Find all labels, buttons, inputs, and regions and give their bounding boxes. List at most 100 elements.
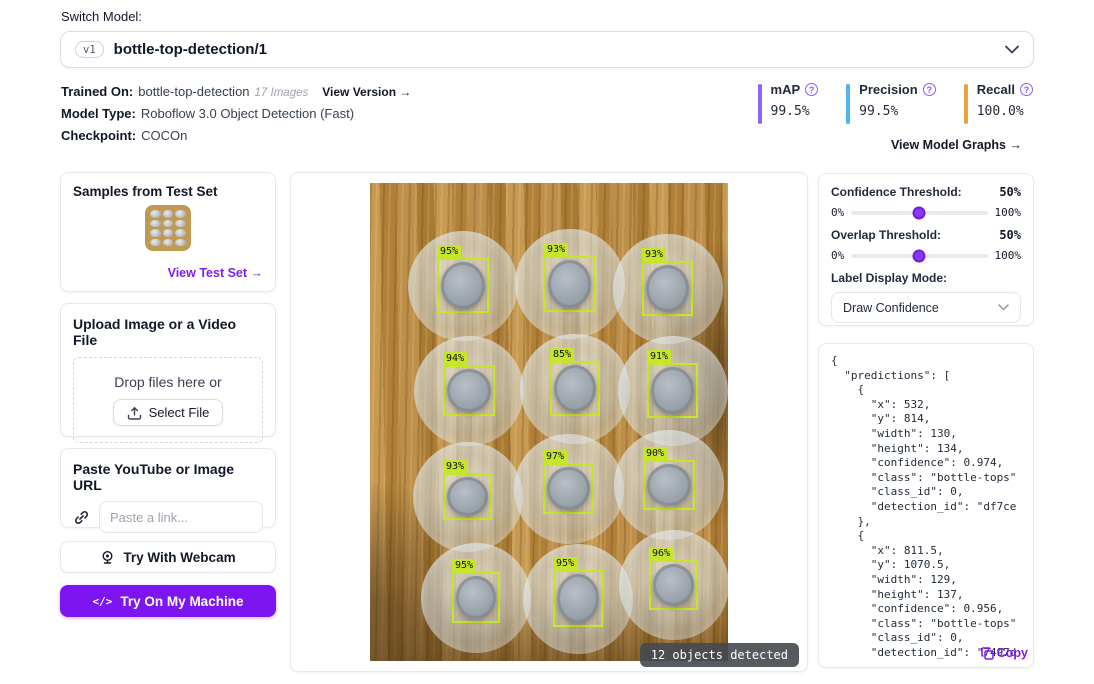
confidence-label: 94%: [443, 352, 468, 365]
bottle-cap: [646, 265, 689, 312]
model-select-dropdown[interactable]: v1 bottle-top-detection/1: [60, 31, 1034, 68]
paste-title: Paste YouTube or Image URL: [73, 461, 235, 493]
select-file-button[interactable]: Select File: [112, 399, 224, 426]
question-icon[interactable]: ?: [805, 83, 819, 96]
link-icon: [73, 509, 90, 526]
bottle-cap: [557, 574, 599, 623]
paste-url-card: Paste YouTube or Image URL: [60, 448, 276, 533]
select-file-label: Select File: [148, 405, 210, 420]
range-min-label: 0%: [831, 206, 845, 219]
thumbnail-dot: [162, 238, 174, 246]
bottle-cap: [441, 262, 485, 309]
confidence-slider[interactable]: [851, 206, 988, 219]
range-max-label: 100%: [994, 249, 1022, 262]
trained-on-label: Trained On:: [61, 84, 134, 99]
overlap-threshold-value: 50%: [999, 228, 1021, 242]
model-type-label: Model Type:: [61, 106, 136, 121]
chevron-down-icon: [1005, 45, 1019, 54]
try-on-my-machine-button[interactable]: </> Try On My Machine: [60, 585, 276, 617]
drop-text: Drop files here or: [114, 374, 222, 390]
metric-bar: [846, 84, 851, 124]
left-sidebar: Samples from Test Set View Test Set → Up…: [60, 172, 276, 617]
metric-recall: Recall ? 100.0%: [963, 82, 1033, 124]
detection-box: 93%: [642, 248, 693, 316]
metrics-panel: mAP ? 99.5% Precision ? 99.5% Recall ? 1…: [757, 82, 1033, 124]
thumbnail-dot: [150, 210, 161, 218]
slider-thumb[interactable]: [912, 249, 926, 262]
samples-title: Samples from Test Set: [73, 184, 218, 199]
metric-value: 99.5%: [859, 104, 899, 119]
metric-label: Recall: [976, 82, 1015, 97]
thumbnail-dot: [150, 219, 161, 227]
json-output-card: { "predictions": [ { "x": 532, "y": 814,…: [818, 343, 1034, 668]
range-max-label: 100%: [994, 206, 1022, 219]
detection-box: 97%: [543, 450, 594, 514]
slider-thumb[interactable]: [912, 206, 926, 219]
test-set-thumbnail[interactable]: [145, 205, 191, 251]
metric-value: 100.0%: [976, 104, 1024, 119]
dropzone[interactable]: Drop files here or Select File: [73, 357, 263, 443]
inference-viewer-card: 95% 93% 93% 94% 85% 91% 93% 97% 90% 95% 95% 96% 12 …: [290, 172, 808, 672]
images-count: 17 Images: [254, 87, 309, 99]
thumbnail-dot: [150, 229, 161, 237]
paste-link-input[interactable]: [99, 501, 263, 533]
confidence-label: 93%: [642, 248, 667, 261]
thumbnail-dot: [150, 238, 161, 246]
confidence-label: 95%: [553, 557, 578, 570]
bottle-cap: [447, 477, 488, 516]
webcam-button-label: Try With Webcam: [123, 549, 236, 565]
objects-detected-badge: 12 objects detected: [639, 643, 799, 667]
thumbnail-dot: [175, 229, 186, 237]
question-icon[interactable]: ?: [922, 83, 936, 96]
view-version-link[interactable]: View Version →: [322, 85, 411, 99]
bottle-cap: [447, 369, 491, 412]
confidence-label: 97%: [543, 450, 568, 463]
detection-box: 95%: [452, 559, 500, 623]
overlap-threshold-label: Overlap Threshold:: [831, 228, 942, 242]
confidence-threshold-value: 50%: [999, 185, 1021, 199]
trained-on-value: bottle-top-detection: [138, 84, 250, 99]
range-min-label: 0%: [831, 249, 845, 262]
metric-precision: Precision ? 99.5%: [846, 82, 936, 124]
code-icon: </>: [92, 594, 113, 608]
webcam-icon: [100, 550, 115, 565]
model-type-value: Roboflow 3.0 Object Detection (Fast): [140, 106, 355, 121]
question-icon[interactable]: ?: [1020, 83, 1033, 96]
thumbnail-dot: [162, 219, 174, 227]
detection-box: 94%: [443, 352, 495, 416]
confidence-label: 93%: [443, 460, 468, 473]
controls-card: Confidence Threshold: 50% 0% 100% Overla…: [818, 173, 1034, 326]
label-display-mode-label: Label Display Mode:: [831, 271, 948, 285]
thumbnail-dot: [175, 219, 186, 227]
metric-label: Precision: [859, 82, 918, 97]
model-info: Trained On: bottle-top-detection 17 Imag…: [61, 84, 411, 150]
bottle-cap: [456, 576, 496, 619]
detection-box: 91%: [647, 350, 698, 418]
upload-card: Upload Image or a Video File Drop files …: [60, 303, 276, 443]
detection-box: 93%: [544, 243, 595, 312]
thumbnail-dot: [175, 238, 186, 246]
bottle-cap: [548, 260, 591, 308]
metric-bar: [757, 84, 762, 124]
bottle-cap: [653, 564, 694, 606]
view-test-set-link[interactable]: View Test Set →: [168, 266, 263, 280]
confidence-label: 95%: [452, 559, 477, 572]
detection-box: 95%: [553, 557, 603, 627]
label-display-mode-value: Draw Confidence: [843, 300, 939, 315]
try-with-webcam-button[interactable]: Try With Webcam: [60, 541, 276, 573]
model-name: bottle-top-detection/1: [113, 41, 267, 58]
upload-icon: [127, 406, 142, 420]
bottle-cap: [547, 467, 590, 510]
label-display-mode-select[interactable]: Draw Confidence: [831, 292, 1021, 323]
inference-image[interactable]: 95% 93% 93% 94% 85% 91% 93% 97% 90% 95% 95% 96%: [370, 183, 728, 661]
metric-bar: [963, 84, 968, 124]
detection-box: 93%: [443, 460, 492, 520]
copy-label: Copy: [996, 646, 1028, 660]
metric-value: 99.5%: [770, 104, 810, 119]
overlap-slider[interactable]: [851, 249, 988, 262]
copy-button[interactable]: Copy: [981, 646, 1028, 660]
view-model-graphs-link[interactable]: View Model Graphs →: [891, 138, 1022, 152]
samples-card: Samples from Test Set View Test Set →: [60, 172, 276, 292]
thumbnail-dot: [162, 210, 174, 218]
detection-box: 90%: [643, 447, 695, 510]
